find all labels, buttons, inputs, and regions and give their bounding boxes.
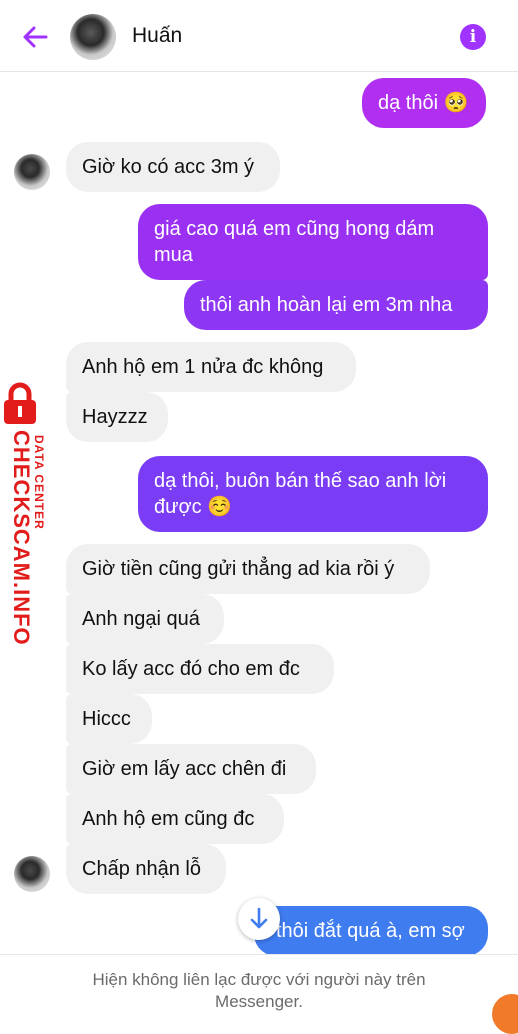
chat-header: Huấn i (0, 0, 518, 72)
info-icon[interactable]: i (460, 24, 486, 50)
sender-avatar[interactable] (14, 154, 50, 190)
message-bubble-outgoing[interactable]: thôi anh hoàn lại em 3m nha (184, 280, 488, 330)
message-bubble-incoming[interactable]: Anh ngại quá (66, 594, 224, 644)
message-bubble-incoming[interactable]: Hiccc (66, 694, 152, 744)
floating-action-icon[interactable] (492, 994, 518, 1034)
message-bubble-incoming[interactable]: Chấp nhận lỗ (66, 844, 226, 894)
message-bubble-incoming[interactable]: Hayzzz (66, 392, 168, 442)
message-list[interactable]: dạ thôi 🥺 Giờ ko có acc 3m ý giá cao quá… (0, 72, 518, 956)
notice-text: Hiện không liên lạc được với người này t… (92, 970, 426, 1011)
sender-avatar[interactable] (14, 856, 50, 892)
watermark: CHECKSCAM.INFO DATA CENTER (0, 380, 52, 646)
message-bubble-incoming[interactable]: Giờ tiền cũng gửi thẳng ad kia rồi ý (66, 544, 430, 594)
contact-name[interactable]: Huấn (132, 24, 182, 48)
message-bubble-incoming[interactable]: Anh hộ em cũng đc (66, 794, 284, 844)
watermark-subtext: DATA CENTER (32, 435, 46, 530)
lock-icon (4, 382, 36, 424)
message-bubble-outgoing[interactable]: dạ thôi, buôn bán thế sao anh lời được ☺… (138, 456, 488, 532)
unavailable-notice: Hiện không liên lạc được với người này t… (0, 954, 518, 1024)
message-bubble-incoming[interactable]: Giờ ko có acc 3m ý (66, 142, 280, 192)
message-bubble-incoming[interactable]: Ko lấy acc đó cho em đc (66, 644, 334, 694)
watermark-text: CHECKSCAM.INFO (9, 430, 34, 646)
contact-avatar[interactable] (70, 14, 116, 60)
message-bubble-incoming[interactable]: Giờ em lấy acc chên đi (66, 744, 316, 794)
message-bubble-incoming[interactable]: Anh hộ em 1 nửa đc không (66, 342, 356, 392)
message-bubble-outgoing[interactable]: giá cao quá em cũng hong dám mua (138, 204, 488, 280)
message-bubble-outgoing[interactable]: thôi đắt quá à, em sợ (254, 906, 488, 956)
message-bubble-outgoing[interactable]: dạ thôi 🥺 (362, 78, 486, 128)
scroll-to-bottom-button[interactable] (238, 898, 280, 940)
arrow-down-icon (250, 907, 268, 929)
arrow-left-icon[interactable] (20, 22, 50, 52)
